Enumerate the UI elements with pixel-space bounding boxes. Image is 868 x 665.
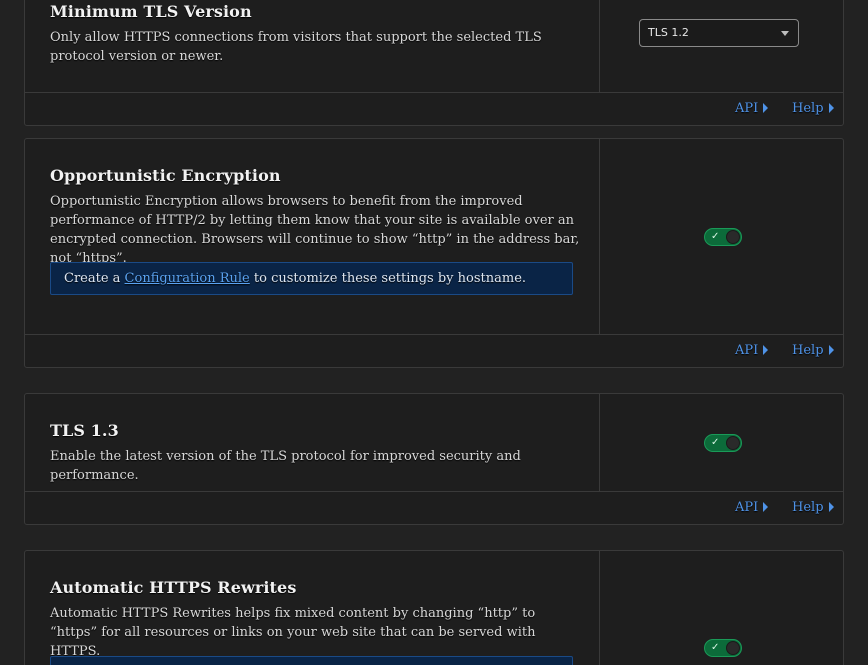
card-content: TLS 1.3 Enable the latest version of the… <box>25 394 600 491</box>
info-callout: Create a Configuration Rule to customize… <box>50 262 573 295</box>
card-tls-1-3: TLS 1.3 Enable the latest version of the… <box>24 393 844 525</box>
select-value: TLS 1.2 <box>648 26 689 39</box>
card-content: Automatic HTTPS Rewrites Automatic HTTPS… <box>25 551 600 665</box>
card-title: TLS 1.3 <box>50 421 119 440</box>
caret-right-icon <box>828 103 834 113</box>
card-footer: API Help <box>25 335 843 367</box>
ssl-tls-edge-settings-page: Minimum TLS Version Only allow HTTPS con… <box>0 0 868 665</box>
card-content: Minimum TLS Version Only allow HTTPS con… <box>25 0 600 92</box>
card-content: Opportunistic Encryption Opportunistic E… <box>25 139 600 334</box>
card-description: Opportunistic Encryption allows browsers… <box>50 194 580 266</box>
check-icon: ✓ <box>711 642 720 653</box>
help-link[interactable]: Help <box>792 93 834 125</box>
configuration-rule-link[interactable]: Configuration Rule <box>125 271 250 286</box>
api-link[interactable]: API <box>735 93 769 125</box>
help-link[interactable]: Help <box>792 492 834 524</box>
caret-right-icon <box>828 345 834 355</box>
card-footer: API Help <box>25 93 843 125</box>
toggle-knob <box>726 641 740 655</box>
card-automatic-https-rewrites: Automatic HTTPS Rewrites Automatic HTTPS… <box>24 550 844 665</box>
toggle-knob <box>726 436 740 450</box>
api-link[interactable]: API <box>735 492 769 524</box>
caret-right-icon <box>763 502 769 512</box>
card-description: Only allow HTTPS connections from visito… <box>50 30 542 64</box>
caret-right-icon <box>763 345 769 355</box>
check-icon: ✓ <box>711 437 720 448</box>
caret-right-icon <box>763 103 769 113</box>
chevron-down-icon <box>781 31 789 36</box>
help-link-label: Help <box>792 101 824 116</box>
card-description: Automatic HTTPS Rewrites helps fix mixed… <box>50 606 536 659</box>
caret-right-icon <box>828 502 834 512</box>
card-title: Minimum TLS Version <box>50 2 252 21</box>
minimum-tls-version-select[interactable]: TLS 1.2 <box>639 19 799 47</box>
info-suffix: to customize these settings by hostname. <box>253 271 527 286</box>
card-minimum-tls-version: Minimum TLS Version Only allow HTTPS con… <box>24 0 844 126</box>
api-link-label: API <box>735 343 759 358</box>
check-icon: ✓ <box>711 231 720 242</box>
help-link[interactable]: Help <box>792 335 834 367</box>
card-title: Opportunistic Encryption <box>50 166 281 185</box>
tls-1-3-toggle[interactable]: ✓ <box>704 434 742 452</box>
api-link-label: API <box>735 500 759 515</box>
card-footer: API Help <box>25 492 843 524</box>
opportunistic-encryption-toggle[interactable]: ✓ <box>704 228 742 246</box>
help-link-label: Help <box>792 500 824 515</box>
card-title: Automatic HTTPS Rewrites <box>50 578 297 597</box>
api-link[interactable]: API <box>735 335 769 367</box>
card-opportunistic-encryption: Opportunistic Encryption Opportunistic E… <box>24 138 844 368</box>
card-description: Enable the latest version of the TLS pro… <box>50 449 521 483</box>
toggle-knob <box>726 230 740 244</box>
info-callout <box>50 656 573 665</box>
help-link-label: Help <box>792 343 824 358</box>
automatic-https-rewrites-toggle[interactable]: ✓ <box>704 639 742 657</box>
info-prefix: Create a <box>64 271 121 286</box>
api-link-label: API <box>735 101 759 116</box>
